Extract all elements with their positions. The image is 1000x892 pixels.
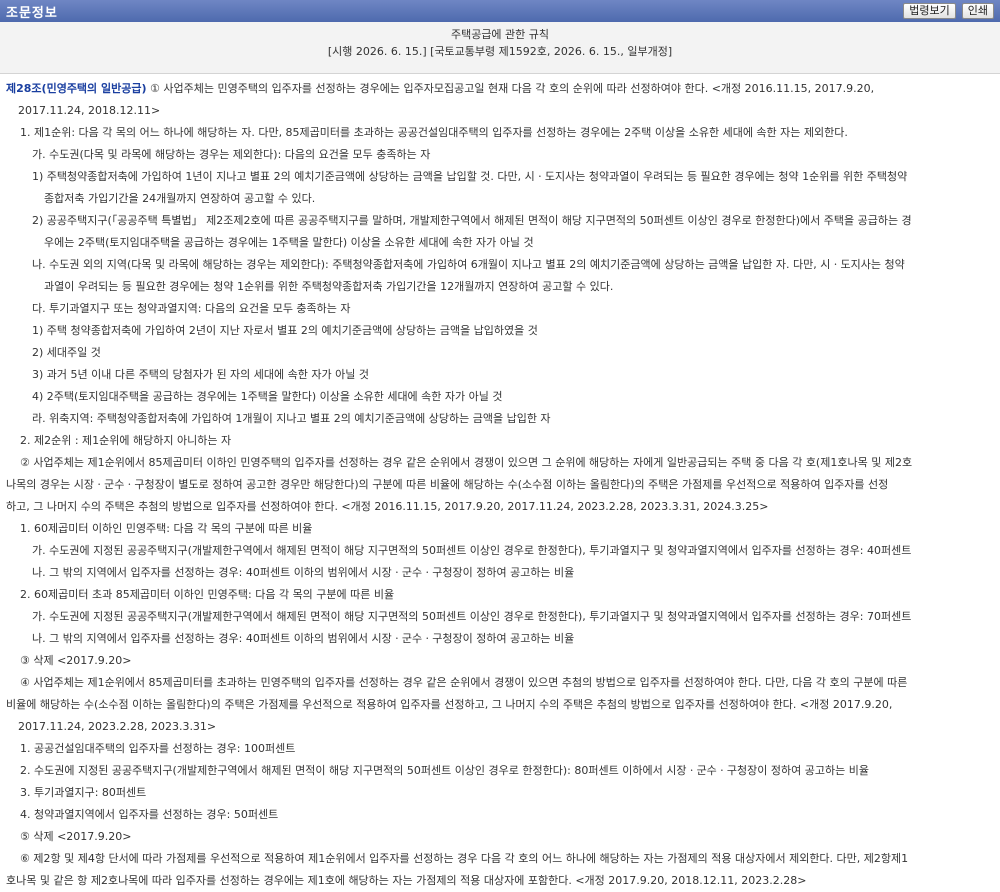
article-line: 2. 60제곱미터 초과 85제곱미터 이하인 민영주택: 다음 각 목의 구분… (20, 588, 395, 601)
article-line: 4. 청약과열지역에서 입주자를 선정하는 경우: 50퍼센트 (20, 808, 279, 821)
article-line: 과열이 우려되는 등 필요한 경우에는 청약 1순위를 위한 주택청약종합저축 … (44, 280, 614, 293)
law-meta: [시행 2026. 6. 15.] [국토교통부령 제1592호, 2026. … (327, 45, 673, 58)
article-line: 다. 투기과열지구 또는 청약과열지역: 다음의 요건을 모두 충족하는 자 (32, 302, 351, 315)
article-body: 제28조(민영주택의 일반공급) ① 사업주체는 민영주택의 입주자를 선정하는… (0, 74, 1000, 892)
article-line: 나목의 경우는 시장ㆍ군수ㆍ구청장이 별도로 정하여 공고한 경우만 해당한다)… (6, 478, 889, 491)
article-line: 3) 과거 5년 이내 다른 주택의 당첨자가 된 자의 세대에 속한 자가 아… (32, 368, 369, 381)
article-line: ⑥ 제2항 및 제4항 단서에 따라 가점제를 우선적으로 적용하여 제1순위에… (20, 852, 909, 865)
article-line: 가. 수도권(다목 및 라목에 해당하는 경우는 제외한다): 다음의 요건을 … (32, 148, 431, 161)
panel-title: 조문정보 (6, 5, 58, 21)
view-law-button[interactable]: 법령보기 (903, 3, 956, 19)
article-line: ③ 삭제 <2017.9.20> (20, 654, 132, 667)
article-line: 2) 세대주일 것 (32, 346, 101, 359)
article-line: 하고, 그 나머지 수의 주택은 추첨의 방법으로 입주자를 선정하여야 한다.… (6, 500, 769, 513)
article-line: 1. 제1순위: 다음 각 목의 어느 하나에 해당하는 자. 다만, 85제곱… (20, 126, 848, 139)
article-line: 2017.11.24, 2018.12.11> (18, 104, 161, 117)
article-line: 1. 60제곱미터 이하인 민영주택: 다음 각 목의 구분에 따른 비율 (20, 522, 313, 535)
article-line: 우에는 2주택(토지임대주택을 공급하는 경우에는 1주택을 말한다) 이상을 … (44, 236, 534, 249)
article-line: 3. 투기과열지구: 80퍼센트 (20, 786, 147, 799)
article-line: 호나목 및 같은 항 제2호나목에 따라 입주자를 선정하는 경우에는 제1호에… (6, 874, 807, 887)
article-line: 라. 위축지역: 주택청약종합저축에 가입하여 1개월이 지나고 별표 2의 예… (32, 412, 551, 425)
article-line: 1. 공공건설임대주택의 입주자를 선정하는 경우: 100퍼센트 (20, 742, 296, 755)
article-line: ② 사업주체는 제1순위에서 85제곱미터 이하인 민영주택의 입주자를 선정하… (20, 456, 913, 469)
article-line: 나. 그 밖의 지역에서 입주자를 선정하는 경우: 40퍼센트 이하의 범위에… (32, 566, 575, 579)
print-button[interactable]: 인쇄 (961, 3, 994, 19)
article-line: ④ 사업주체는 제1순위에서 85제곱미터를 초과하는 민영주택의 입주자를 선… (20, 676, 908, 689)
article-line: 2) 공공주택지구(「공공주택 특별법」 제2조제2호에 따른 공공주택지구를 … (32, 214, 912, 227)
article-line: 1) 주택 청약종합저축에 가입하여 2년이 지난 자로서 별표 2의 예치기준… (32, 324, 538, 337)
article-line: 나. 수도권 외의 지역(다목 및 라목에 해당하는 경우는 제외한다): 주택… (32, 258, 905, 271)
article-line: 2. 수도권에 지정된 공공주택지구(개발제한구역에서 해제된 면적이 해당 지… (20, 764, 869, 777)
article-line: 종합저축 가입기간을 24개월까지 연장하여 공고할 수 있다. (44, 192, 316, 205)
article-line: 가. 수도권에 지정된 공공주택지구(개발제한구역에서 해제된 면적이 해당 지… (32, 544, 912, 557)
law-name: 주택공급에 관한 규칙 (450, 28, 550, 41)
top-bar: 조문정보 법령보기 인쇄 (0, 0, 1000, 22)
article-line: 나. 그 밖의 지역에서 입주자를 선정하는 경우: 40퍼센트 이하의 범위에… (32, 632, 575, 645)
article-line: ⑤ 삭제 <2017.9.20> (20, 830, 132, 843)
article-paragraph: 제28조(민영주택의 일반공급) ① 사업주체는 민영주택의 입주자를 선정하는… (6, 82, 875, 95)
article-line: 비율에 해당하는 수(소수점 이하는 올림한다)의 주택은 가점제를 우선적으로… (6, 698, 893, 711)
article-title: 제28조(민영주택의 일반공급) (6, 82, 147, 95)
law-header: 주택공급에 관한 규칙 [시행 2026. 6. 15.] [국토교통부령 제1… (0, 22, 1000, 74)
article-line: 2017.11.24, 2023.2.28, 2023.3.31> (18, 720, 217, 733)
article-line: 가. 수도권에 지정된 공공주택지구(개발제한구역에서 해제된 면적이 해당 지… (32, 610, 912, 623)
article-line: 1) 주택청약종합저축에 가입하여 1년이 지나고 별표 2의 예치기준금액에 … (32, 170, 908, 183)
top-buttons: 법령보기 인쇄 (903, 3, 994, 19)
article-line: 2. 제2순위 : 제1순위에 해당하지 아니하는 자 (20, 434, 232, 447)
article-line: 4) 2주택(토지임대주택을 공급하는 경우에는 1주택을 말한다) 이상을 소… (32, 390, 503, 403)
